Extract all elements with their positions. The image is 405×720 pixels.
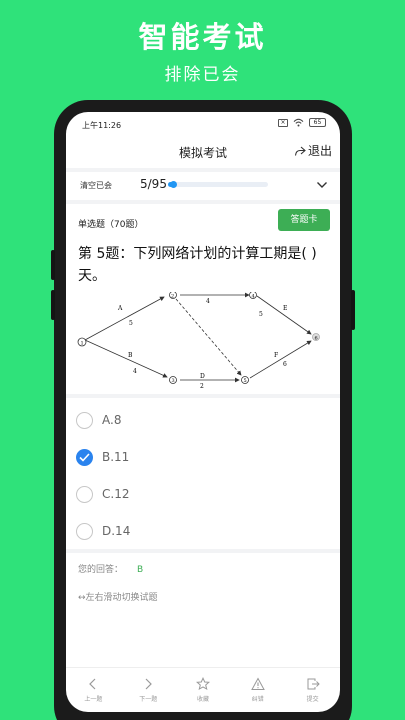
progress-row: 清空已会 5/95 [66, 172, 340, 198]
node-label: 4 [252, 294, 255, 300]
activity-name: E [283, 305, 287, 312]
swipe-hint: ↔左右滑动切换试题 [78, 593, 158, 603]
chevron-down-icon[interactable] [316, 179, 328, 191]
nav-label: 提交 [306, 696, 319, 703]
dummy-activity-arrow [175, 298, 242, 376]
activity-arrow-b [84, 339, 168, 378]
node-label: 2 [171, 294, 174, 300]
top-bar: 模拟考试 退出 [66, 138, 340, 168]
your-answer-value: B [137, 565, 144, 575]
node-label: 5 [244, 378, 247, 384]
option-label: D.14 [102, 524, 131, 538]
your-answer-label: 您的回答： [78, 565, 124, 575]
radio-circle-icon[interactable] [76, 411, 93, 429]
activity-arrow-f [249, 340, 312, 379]
nav-label: 收藏 [196, 696, 209, 703]
activity-duration: 5 [129, 320, 133, 327]
nav-label: 上一题 [84, 696, 103, 703]
answer-card-button[interactable]: 答题卡 [278, 209, 330, 231]
phone-side-button [51, 290, 55, 320]
activity-name: D [200, 373, 205, 380]
divider [66, 549, 340, 553]
radio-circle-icon[interactable] [76, 522, 93, 540]
app-screen: 上午11:26 × 65 模拟考试 退出 清空已会 5/95 单选题（70题） … [66, 112, 340, 712]
network-diagram: 1 2 3 4 5 6 A 5 B 4 C 4 D 2 E 5 F 6 [77, 292, 320, 390]
phone-side-button [51, 250, 55, 280]
phone-side-button [351, 290, 355, 330]
exit-button[interactable]: 退出 [294, 142, 332, 159]
phone-frame: 上午11:26 × 65 模拟考试 退出 清空已会 5/95 单选题（70题） … [51, 100, 355, 720]
activity-name: F [274, 352, 278, 359]
option-b[interactable]: B.11 [76, 443, 330, 471]
option-label: C.12 [102, 487, 130, 501]
divider [66, 200, 340, 204]
option-d[interactable]: D.14 [76, 517, 330, 545]
activity-name: B [128, 352, 133, 359]
checkmark-icon[interactable] [76, 448, 93, 466]
star-icon [195, 677, 210, 691]
option-c[interactable]: C.12 [76, 480, 330, 508]
nav-label: 纠错 [251, 696, 264, 703]
question-type: 单选题（70题） [78, 220, 144, 230]
submit-button[interactable]: 提交 [285, 668, 340, 712]
prev-question-button[interactable]: 上一题 [66, 668, 121, 712]
divider [66, 394, 340, 398]
next-question-button[interactable]: 下一题 [121, 668, 176, 712]
option-label: B.11 [102, 450, 130, 464]
wifi-icon [293, 118, 304, 127]
bottom-nav: 上一题 下一题 收藏 纠错 提交 [66, 667, 340, 712]
promo-title: 智能考试 [138, 20, 267, 54]
activity-duration: 2 [200, 383, 204, 390]
node-label: 3 [172, 378, 175, 384]
activity-duration: 6 [283, 361, 287, 368]
your-answer: 您的回答： B [78, 562, 143, 575]
sim-icon: × [278, 118, 288, 127]
activity-name: A [117, 305, 123, 312]
question-text: 第 5题：下列网络计划的计算工期是( )天。 [78, 246, 317, 284]
chevron-left-icon [89, 678, 96, 690]
warning-icon [250, 677, 265, 690]
radio-circle-icon[interactable] [76, 485, 93, 503]
activity-arrow-a [84, 296, 165, 341]
activity-arrow-e [256, 295, 312, 335]
activity-duration: 4 [206, 298, 210, 305]
exit-label: 退出 [307, 144, 332, 158]
favorite-button[interactable]: 收藏 [176, 668, 231, 712]
option-label: A.8 [102, 413, 122, 427]
promo-subtitle: 排除已会 [164, 65, 241, 85]
status-time: 上午11:26 [82, 121, 122, 130]
status-bar: 上午11:26 × 65 [66, 112, 340, 136]
activity-name: C [211, 292, 216, 294]
battery-icon: 65 [309, 118, 326, 127]
report-error-button[interactable]: 纠错 [230, 668, 285, 712]
option-a[interactable]: A.8 [76, 406, 330, 434]
nav-label: 下一题 [139, 696, 158, 703]
chevron-right-icon [145, 678, 153, 690]
progress-bar [168, 181, 268, 188]
clear-known-button[interactable]: 清空已会 [80, 180, 112, 191]
activity-duration: 4 [133, 368, 137, 375]
progress-bar-knob [169, 181, 177, 188]
submit-icon [307, 678, 320, 690]
node-label: 1 [81, 341, 84, 347]
share-exit-icon [294, 146, 306, 156]
node-label: 6 [315, 336, 318, 342]
activity-duration: 5 [259, 311, 263, 318]
question-count: 5/95 [140, 177, 167, 191]
